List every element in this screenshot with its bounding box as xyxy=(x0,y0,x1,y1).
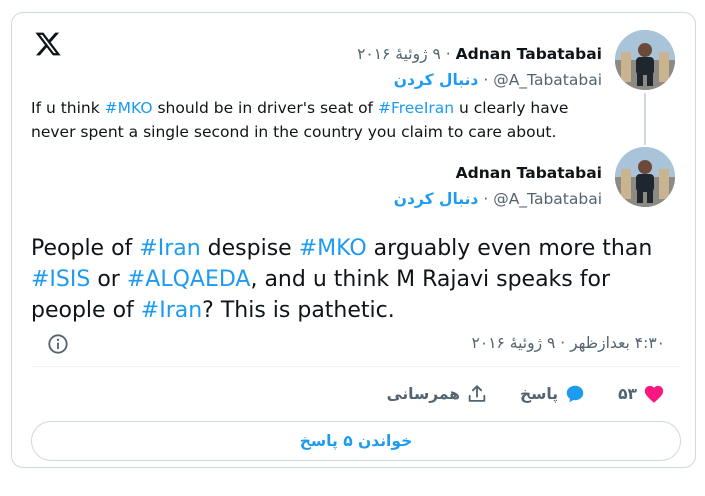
reply-button[interactable]: پاسخ xyxy=(520,383,586,405)
tweet-text-segment: should be in driver's seat of xyxy=(152,99,378,117)
hashtag-link[interactable]: #FreeIran xyxy=(378,99,454,117)
tweet-embed-card: Adnan Tabatabai · ۹ ژوئیهٔ ۲۰۱۶ @A_Tabat… xyxy=(11,12,696,468)
hashtag-link[interactable]: #ISIS xyxy=(31,267,90,292)
tweet-text-segment: People of xyxy=(31,236,140,261)
hashtag-link[interactable]: #MKO xyxy=(299,236,367,261)
x-logo-icon[interactable] xyxy=(34,30,62,58)
reply-label: پاسخ xyxy=(520,385,559,403)
tweet-text-segment: despise xyxy=(200,236,299,261)
info-icon[interactable] xyxy=(47,333,69,355)
tweet-text-segment: or xyxy=(90,267,127,292)
quoted-tweet-date[interactable]: ۹ ژوئیهٔ ۲۰۱۶ xyxy=(357,45,441,63)
like-button[interactable]: ۵۳ xyxy=(618,383,665,405)
read-replies-button[interactable]: خواندن ۵ پاسخ xyxy=(31,421,681,461)
share-button[interactable]: همرسانی xyxy=(387,383,488,405)
main-author-avatar[interactable] xyxy=(615,147,675,207)
thread-connector-line xyxy=(644,93,646,145)
main-tweet-text: People of #Iran despise #MKO arguably ev… xyxy=(31,233,681,326)
main-tweet-header: Adnan Tabatabai xyxy=(456,163,602,183)
like-count: ۵۳ xyxy=(618,385,637,403)
avatar-photo xyxy=(615,147,675,207)
tweet-text-segment: arguably even more than xyxy=(366,236,653,261)
separator-dot: · xyxy=(483,190,489,208)
main-tweet-subheader: @A_Tabatabai · دنبال کردن xyxy=(394,189,602,209)
share-label: همرسانی xyxy=(386,385,461,403)
quoted-follow-button[interactable]: دنبال کردن xyxy=(394,71,479,89)
quoted-author-avatar[interactable] xyxy=(615,30,675,90)
share-icon xyxy=(468,385,486,402)
quoted-tweet-subheader: @A_Tabatabai · دنبال کردن xyxy=(394,70,602,90)
reply-bubble-icon xyxy=(566,385,584,403)
tweet-timestamp[interactable]: ۴:۳۰ بعدازظهر · ۹ ژوئیهٔ ۲۰۱۶ xyxy=(472,334,665,352)
tweet-text-segment: ? This is pathetic. xyxy=(202,298,395,323)
main-handle[interactable]: @A_Tabatabai xyxy=(493,190,602,208)
hashtag-link[interactable]: #Iran xyxy=(139,236,200,261)
separator-dot: · xyxy=(445,45,451,63)
divider xyxy=(31,366,681,367)
tweet-text-segment: If u think xyxy=(31,99,105,117)
hashtag-link[interactable]: #MKO xyxy=(105,99,153,117)
quoted-tweet-text: If u think #MKO should be in driver's se… xyxy=(31,96,606,144)
tweet-actions: ۵۳ پاسخ همرسانی xyxy=(355,383,665,405)
main-author-name[interactable]: Adnan Tabatabai xyxy=(456,164,602,182)
heart-icon xyxy=(644,385,664,403)
hashtag-link[interactable]: #Iran xyxy=(141,298,202,323)
quoted-author-name[interactable]: Adnan Tabatabai xyxy=(456,45,602,63)
quoted-tweet-header: Adnan Tabatabai · ۹ ژوئیهٔ ۲۰۱۶ xyxy=(357,44,602,64)
quoted-handle[interactable]: @A_Tabatabai xyxy=(493,71,602,89)
avatar-photo xyxy=(615,30,675,90)
hashtag-link[interactable]: #ALQAEDA xyxy=(127,267,251,292)
separator-dot: · xyxy=(483,71,489,89)
main-follow-button[interactable]: دنبال کردن xyxy=(394,190,479,208)
